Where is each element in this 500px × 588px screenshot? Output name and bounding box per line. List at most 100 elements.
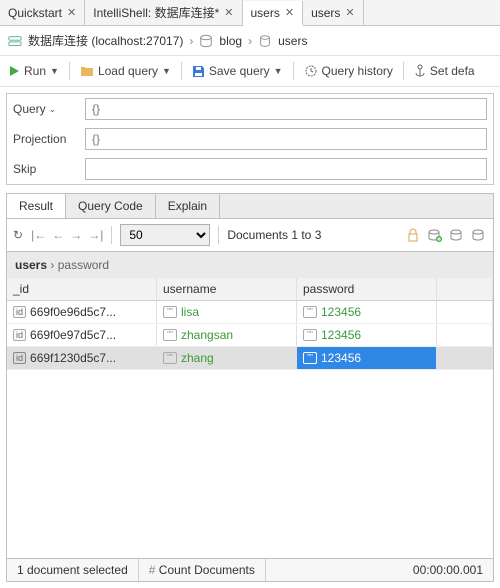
export-icon[interactable] — [471, 227, 487, 243]
status-time: 00:00:00.001 — [403, 559, 493, 581]
path-field[interactable]: password — [58, 258, 109, 272]
refresh-icon[interactable]: ↻ — [13, 228, 23, 242]
tab-query-code[interactable]: Query Code — [66, 194, 156, 218]
objectid-icon: id — [13, 352, 26, 364]
objectid-icon: id — [13, 306, 26, 318]
crumb-db[interactable]: blog — [219, 34, 242, 48]
table-row[interactable]: id669f0e96d5c7... ""lisa ""123456 — [7, 301, 493, 324]
save-query-button[interactable]: Save query ▼ — [192, 64, 283, 78]
tab-users-2[interactable]: users ✕ — [303, 0, 364, 25]
run-button[interactable]: Run ▼ — [8, 64, 59, 78]
string-icon: "" — [163, 329, 177, 341]
close-icon[interactable]: ✕ — [345, 6, 354, 19]
add-doc-icon[interactable] — [427, 227, 443, 243]
projection-label: Projection — [13, 132, 79, 146]
skip-input[interactable] — [85, 158, 487, 180]
pager: |← ← → →| — [31, 228, 103, 242]
projection-input[interactable] — [85, 128, 487, 150]
chevron-down-icon[interactable]: ▼ — [50, 66, 59, 76]
limit-select[interactable]: 50 — [120, 224, 210, 246]
col-id[interactable]: _id — [7, 278, 157, 300]
col-password[interactable]: password — [297, 278, 437, 300]
result-section: Result Query Code Explain ↻ |← ← → →| 50… — [6, 193, 494, 278]
last-page-icon[interactable]: →| — [88, 228, 103, 242]
toolbar: Run ▼ Load query ▼ Save query ▼ Query hi… — [0, 56, 500, 87]
chevron-right-icon: › — [189, 34, 193, 48]
documents-range: Documents 1 to 3 — [227, 228, 321, 242]
play-icon — [8, 65, 20, 77]
connection-icon — [8, 34, 22, 48]
next-page-icon[interactable]: → — [70, 228, 82, 242]
separator — [403, 62, 404, 80]
table-row-selected[interactable]: id669f1230d5c7... ""zhang ""123456 — [7, 347, 493, 370]
load-query-button[interactable]: Load query ▼ — [80, 64, 171, 78]
separator — [181, 62, 182, 80]
query-history-button[interactable]: Query history — [304, 64, 393, 78]
prev-page-icon[interactable]: ← — [52, 228, 64, 242]
query-form: Query ⌄ Projection Skip — [6, 93, 494, 185]
separator — [218, 226, 219, 244]
string-icon: "" — [303, 329, 317, 341]
breadcrumb: 数据库连接 (localhost:27017) › blog › users — [0, 26, 500, 56]
tab-result[interactable]: Result — [7, 194, 66, 218]
separator — [111, 226, 112, 244]
anchor-icon — [414, 64, 426, 78]
result-table: _id username password id669f0e96d5c7... … — [6, 278, 494, 559]
load-label: Load query — [98, 64, 158, 78]
result-action-icons — [405, 227, 487, 243]
tab-label: Quickstart — [8, 6, 62, 20]
table-row[interactable]: id669f0e97d5c7... ""zhangsan ""123456 — [7, 324, 493, 347]
history-label: Query history — [322, 64, 393, 78]
tab-label: users — [311, 6, 340, 20]
tab-quickstart[interactable]: Quickstart ✕ — [0, 0, 85, 25]
count-documents-button[interactable]: # Count Documents — [139, 559, 266, 581]
string-icon: "" — [163, 352, 177, 364]
table-body: id669f0e96d5c7... ""lisa ""123456 id669f… — [7, 301, 493, 558]
result-tabs: Result Query Code Explain — [6, 193, 494, 218]
chevron-down-icon[interactable]: ▼ — [162, 66, 171, 76]
query-row: Query ⌄ — [7, 94, 493, 124]
lock-icon[interactable] — [405, 227, 421, 243]
chevron-down-icon[interactable]: ▼ — [274, 66, 283, 76]
database-icon — [199, 34, 213, 48]
separator — [293, 62, 294, 80]
query-input[interactable] — [85, 98, 487, 120]
history-icon — [304, 64, 318, 78]
tab-intellishell[interactable]: IntelliShell: 数据库连接* ✕ — [85, 0, 242, 25]
tab-users-active[interactable]: users ✕ — [243, 1, 304, 26]
status-selected: 1 document selected — [7, 559, 139, 581]
table-header: _id username password — [7, 278, 493, 301]
path-coll[interactable]: users — [15, 258, 47, 272]
save-label: Save query — [209, 64, 270, 78]
close-icon[interactable]: ✕ — [224, 6, 233, 19]
objectid-icon: id — [13, 329, 26, 341]
tab-explain[interactable]: Explain — [156, 194, 220, 218]
run-label: Run — [24, 64, 46, 78]
set-default-button[interactable]: Set defa — [414, 64, 475, 78]
col-username[interactable]: username — [157, 278, 297, 300]
result-path: users › password — [6, 252, 494, 278]
col-empty — [437, 278, 493, 300]
skip-label: Skip — [13, 162, 79, 176]
close-icon[interactable]: ✕ — [67, 6, 76, 19]
string-icon: "" — [303, 352, 317, 364]
first-page-icon[interactable]: |← — [31, 228, 46, 242]
projection-row: Projection — [7, 124, 493, 154]
close-icon[interactable]: ✕ — [285, 6, 294, 19]
chevron-down-icon[interactable]: ⌄ — [49, 104, 57, 115]
view-icon[interactable] — [449, 227, 465, 243]
status-bar: 1 document selected # Count Documents 00… — [6, 559, 494, 582]
query-label: Query ⌄ — [13, 102, 79, 116]
setdef-label: Set defa — [430, 64, 475, 78]
chevron-right-icon: › — [248, 34, 252, 48]
crumb-conn[interactable]: 数据库连接 (localhost:27017) — [28, 32, 183, 49]
tab-label: IntelliShell: 数据库连接* — [93, 4, 219, 21]
disk-icon — [192, 65, 205, 78]
string-icon: "" — [303, 306, 317, 318]
collection-icon — [258, 34, 272, 48]
separator — [69, 62, 70, 80]
tab-label: users — [251, 6, 280, 20]
crumb-coll[interactable]: users — [278, 34, 307, 48]
editor-tabs: Quickstart ✕ IntelliShell: 数据库连接* ✕ user… — [0, 0, 500, 26]
string-icon: "" — [163, 306, 177, 318]
